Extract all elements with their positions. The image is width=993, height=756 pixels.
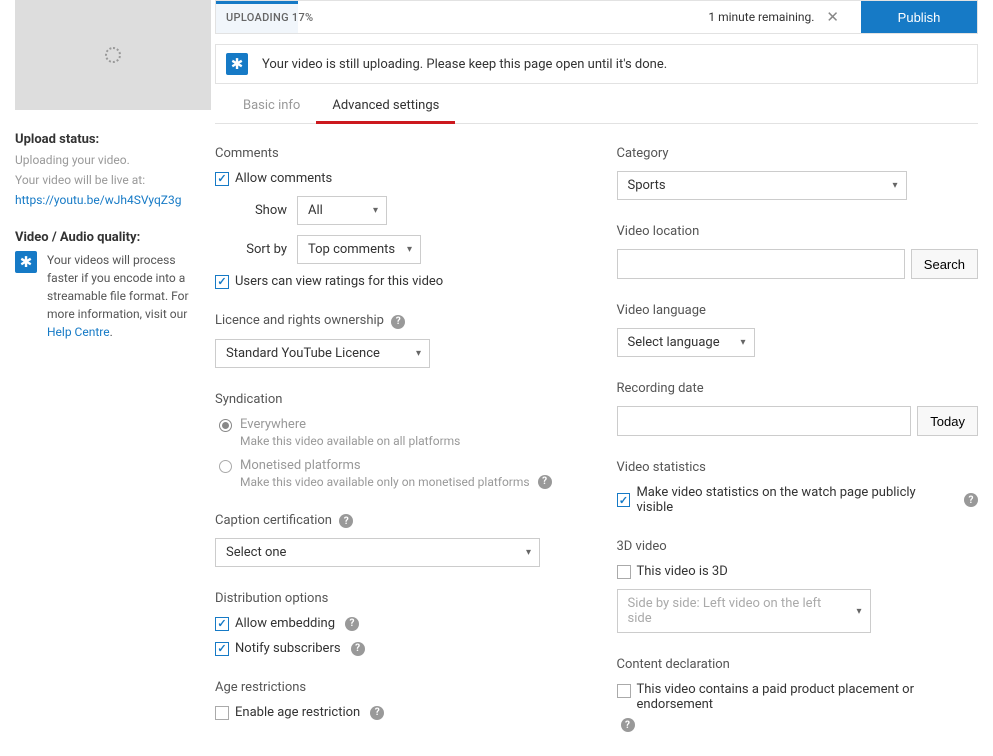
content-declaration-title: Content declaration [617, 657, 979, 672]
show-label: Show [235, 203, 297, 218]
help-icon[interactable]: ? [351, 642, 365, 656]
content-declaration-checkbox[interactable] [617, 684, 631, 698]
ratings-checkbox[interactable] [215, 275, 229, 289]
tab-basic-info[interactable]: Basic info [227, 90, 316, 123]
time-remaining: 1 minute remaining. [708, 10, 814, 24]
recording-date-title: Recording date [617, 381, 979, 396]
licence-title: Licence and rights ownership ? [215, 313, 577, 329]
help-icon[interactable]: ? [621, 718, 635, 732]
age-restrictions-title: Age restrictions [215, 680, 577, 695]
info-banner: ✱ Your video is still uploading. Please … [215, 44, 978, 84]
close-icon[interactable]: ✕ [826, 8, 839, 26]
sort-by-label: Sort by [235, 242, 297, 257]
allow-comments-checkbox[interactable] [215, 172, 229, 186]
age-restriction-checkbox[interactable] [215, 706, 229, 720]
help-icon[interactable]: ? [538, 475, 552, 489]
video-location-title: Video location [617, 224, 979, 239]
quality-text: Your videos will process faster if you e… [47, 251, 200, 341]
help-centre-link[interactable]: Help Centre [47, 325, 110, 339]
allow-comments-label: Allow comments [235, 171, 332, 186]
recording-date-input[interactable] [617, 406, 912, 436]
spinner-icon [105, 47, 121, 63]
search-button[interactable]: Search [911, 249, 978, 279]
syndication-everywhere-radio[interactable] [219, 419, 232, 432]
3d-layout-select: Side by side: Left video on the left sid… [617, 589, 871, 633]
category-title: Category [617, 146, 979, 161]
category-select[interactable]: Sports [617, 171, 907, 200]
video-thumbnail-placeholder [15, 0, 211, 110]
help-icon[interactable]: ? [339, 514, 353, 528]
live-at-label: Your video will be live at: [15, 173, 200, 187]
notify-subscribers-checkbox[interactable] [215, 642, 229, 656]
syndication-monetised-radio[interactable] [219, 460, 232, 473]
upload-progress-bar: UPLOADING 17% [216, 1, 698, 33]
upload-progress-text: UPLOADING 17% [216, 11, 313, 24]
video-language-select[interactable]: Select language [617, 328, 755, 357]
video-language-title: Video language [617, 303, 979, 318]
allow-embedding-label: Allow embedding [235, 616, 335, 631]
syndication-title: Syndication [215, 392, 577, 407]
ratings-label: Users can view ratings for this video [235, 274, 443, 289]
caption-title: Caption certification ? [215, 513, 577, 529]
upload-status-title: Upload status: [15, 132, 200, 147]
banner-text: Your video is still uploading. Please ke… [262, 57, 667, 72]
help-icon[interactable]: ? [964, 493, 978, 507]
statistics-public-label: Make video statistics on the watch page … [636, 485, 954, 515]
help-icon[interactable]: ? [370, 706, 384, 720]
tab-advanced-settings[interactable]: Advanced settings [316, 90, 455, 124]
today-button[interactable]: Today [917, 406, 978, 436]
age-restriction-label: Enable age restriction [235, 705, 360, 720]
video-location-input[interactable] [617, 249, 905, 279]
3d-video-title: 3D video [617, 539, 979, 554]
caption-select[interactable]: Select one [215, 538, 540, 567]
syndication-monetised-label: Monetised platforms [240, 458, 577, 473]
notify-subscribers-label: Notify subscribers [235, 641, 341, 656]
publish-button[interactable]: Publish [861, 1, 977, 33]
star-icon: ✱ [226, 53, 248, 75]
3d-video-label: This video is 3D [637, 564, 728, 579]
help-icon[interactable]: ? [345, 617, 359, 631]
video-url-link[interactable]: https://youtu.be/wJh4SVyqZ3g [15, 193, 181, 207]
licence-select[interactable]: Standard YouTube Licence [215, 339, 430, 368]
syndication-everywhere-label: Everywhere [240, 417, 577, 432]
sort-by-select[interactable]: Top comments [297, 235, 421, 264]
help-icon[interactable]: ? [391, 315, 405, 329]
syndication-everywhere-desc: Make this video available on all platfor… [240, 434, 577, 448]
comments-title: Comments [215, 146, 577, 161]
statistics-public-checkbox[interactable] [617, 493, 631, 507]
3d-video-checkbox[interactable] [617, 565, 631, 579]
video-statistics-title: Video statistics [617, 460, 979, 475]
allow-embedding-checkbox[interactable] [215, 617, 229, 631]
show-select[interactable]: All [297, 196, 387, 225]
star-icon: ✱ [15, 251, 37, 273]
distribution-title: Distribution options [215, 591, 577, 606]
upload-status-text: Uploading your video. [15, 153, 200, 167]
quality-title: Video / Audio quality: [15, 230, 200, 245]
content-declaration-label: This video contains a paid product place… [637, 682, 979, 712]
syndication-monetised-desc: Make this video available only on moneti… [240, 475, 577, 489]
